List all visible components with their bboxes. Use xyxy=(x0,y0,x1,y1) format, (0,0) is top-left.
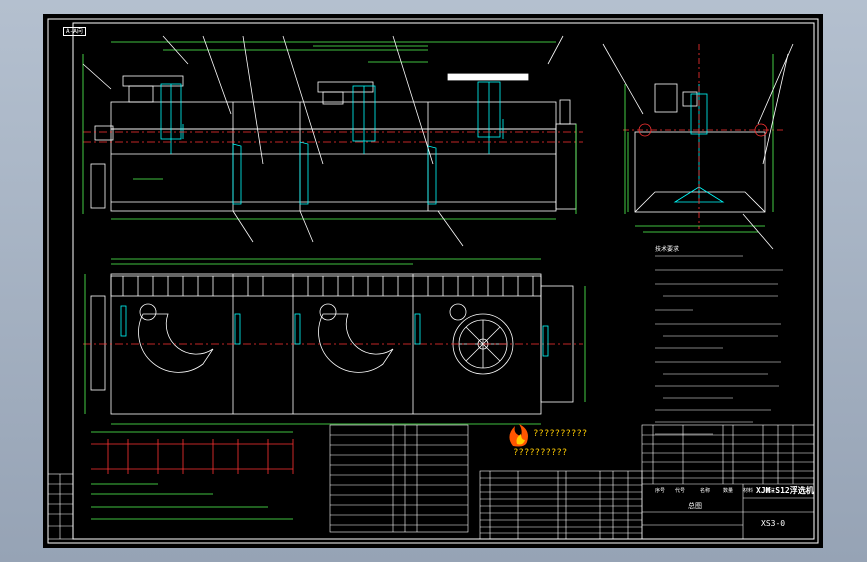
detail-view xyxy=(91,431,294,520)
front-elevation xyxy=(82,35,583,247)
tech-requirements-title: 技术要求 xyxy=(655,246,680,253)
outer-frame xyxy=(47,18,819,544)
drawing-canvas xyxy=(47,18,819,544)
title-cell-0: 序号 xyxy=(655,488,666,494)
logo-text-line2: ?????????? xyxy=(513,448,568,458)
logo-text-line1: ?????????? xyxy=(533,429,588,439)
title-cell-3: 数量 xyxy=(723,488,734,494)
title-cell-4: 材料 xyxy=(743,488,754,494)
drawing-sheet[interactable]: A-A向 ?????????? ?????????? XJM-S12浮选机 XS… xyxy=(43,14,823,548)
sheet-label: 总图 xyxy=(688,502,702,510)
middle-table xyxy=(329,424,469,533)
title-cell-2: 名称 xyxy=(700,488,711,494)
view-label: A-A向 xyxy=(63,27,86,36)
tech-requirements-lines xyxy=(655,255,783,435)
bom-table xyxy=(479,470,643,540)
plan-view xyxy=(83,258,586,425)
flame-logo xyxy=(509,424,528,447)
title-cell-1: 代号 xyxy=(675,488,686,494)
cad-viewport[interactable]: A-A向 ?????????? ?????????? XJM-S12浮选机 XS… xyxy=(0,0,867,562)
drawing-number: XS3-0 xyxy=(761,519,786,528)
side-view xyxy=(602,43,794,250)
title-cell-5: 备注 xyxy=(765,488,776,494)
revision-strip xyxy=(47,473,74,540)
title-block xyxy=(641,424,815,540)
inner-frame xyxy=(72,22,815,540)
